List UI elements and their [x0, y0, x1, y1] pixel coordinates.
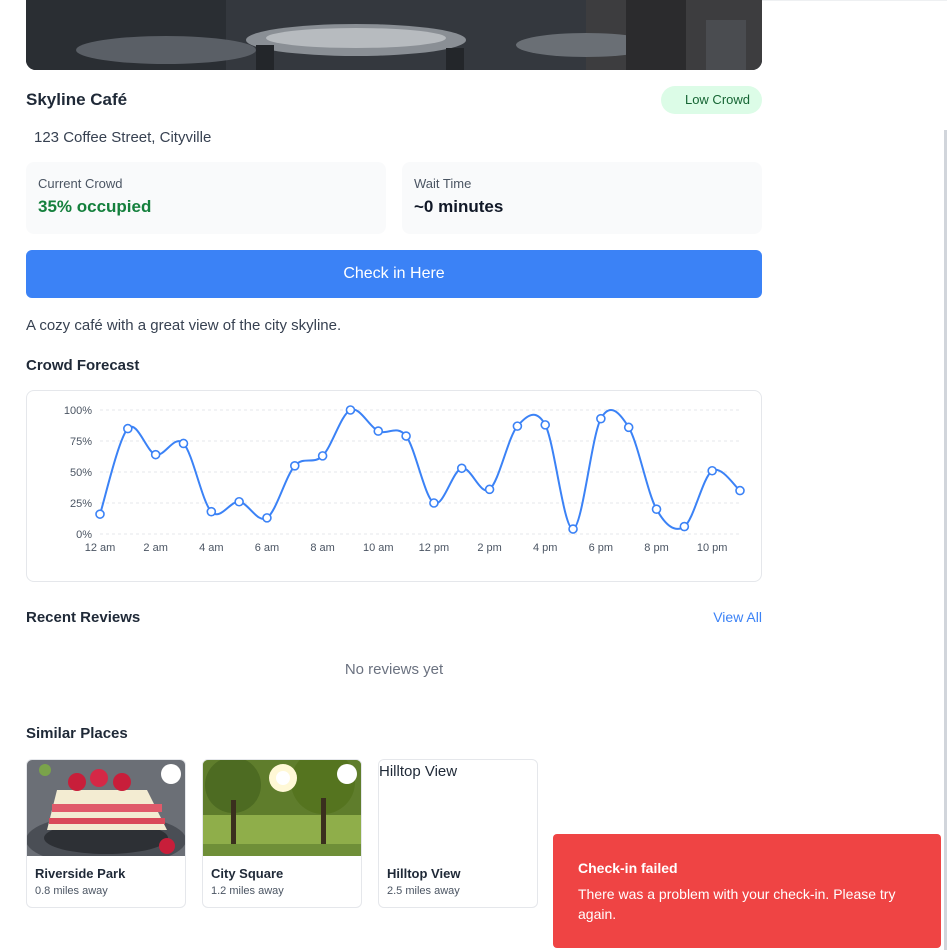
favorite-toggle[interactable]	[161, 764, 181, 784]
data-point	[596, 413, 606, 424]
data-point	[512, 421, 523, 431]
place-name: City Square	[211, 866, 284, 881]
crowd-forecast-chart: 0% 25% 50% 75% 100% 12 am 2 am 4 am 6 am 8 am 10 a…	[26, 390, 762, 582]
y-tick-label: 100%	[64, 405, 92, 417]
similar-place-card[interactable]: Riverside Park 0.8 miles away	[26, 759, 186, 908]
data-point	[568, 524, 578, 534]
place-distance: 1.2 miles away	[211, 885, 284, 897]
x-tick-label: 2 pm	[477, 542, 501, 554]
y-tick-label: 0%	[76, 529, 92, 541]
place-name: Riverside Park	[35, 866, 126, 881]
x-tick-label: 6 pm	[589, 542, 613, 554]
venue-hero-image	[26, 0, 762, 70]
data-point	[456, 463, 467, 474]
data-point	[373, 426, 384, 436]
toast-message: There was a problem with your check-in. …	[578, 886, 896, 922]
y-tick-label: 25%	[70, 498, 92, 510]
x-tick-label: 4 pm	[533, 542, 557, 554]
place-distance: 0.8 miles away	[35, 885, 108, 897]
venue-header: Skyline Café Low Crowd	[26, 86, 762, 114]
data-point	[262, 513, 272, 523]
crowd-forecast-title: Crowd Forecast	[26, 357, 140, 374]
similar-places-title: Similar Places	[26, 725, 128, 742]
place-distance: 2.5 miles away	[387, 885, 460, 897]
data-point	[123, 423, 133, 434]
data-point	[623, 422, 634, 433]
wait-time-value: ~0 minutes	[414, 197, 504, 216]
error-toast[interactable]: Check-in failed There was a problem with…	[553, 834, 941, 948]
data-point	[317, 451, 328, 461]
crowd-series-line	[99, 408, 741, 531]
data-point	[735, 485, 745, 496]
crowd-status-badge: Low Crowd	[660, 86, 762, 114]
data-point	[206, 506, 217, 517]
x-tick-label: 4 am	[199, 542, 223, 554]
data-point	[95, 509, 105, 519]
venue-name: Skyline Café	[26, 90, 128, 109]
x-tick-label: 8 pm	[644, 542, 668, 554]
top-divider	[762, 0, 947, 1]
x-tick-label: 10 pm	[697, 542, 728, 554]
venue-description: A cozy café with a great view of the cit…	[26, 317, 342, 334]
similar-place-card[interactable]: City Square 1.2 miles away	[202, 759, 362, 908]
wait-time-label: Wait Time	[414, 176, 472, 191]
no-reviews-message: No reviews yet	[344, 661, 444, 678]
data-point	[345, 405, 356, 415]
favorite-toggle[interactable]	[513, 764, 533, 784]
place-name: Hilltop View	[387, 866, 461, 881]
x-tick-label: 2 am	[143, 542, 167, 554]
data-point	[234, 496, 244, 507]
data-point	[401, 431, 411, 441]
venue-address: 123 Coffee Street, Cityville	[34, 129, 212, 146]
data-point	[540, 420, 551, 430]
data-point	[707, 465, 717, 476]
x-tick-label: 6 am	[255, 542, 279, 554]
data-point	[679, 521, 690, 532]
y-tick-label: 75%	[70, 436, 92, 448]
wait-time-card: Wait Time ~0 minutes	[402, 162, 762, 234]
data-point	[178, 438, 189, 449]
favorite-toggle[interactable]	[337, 764, 357, 784]
x-tick-label: 10 am	[363, 542, 394, 554]
data-point	[651, 504, 662, 514]
data-point	[429, 498, 439, 508]
current-crowd-label: Current Crowd	[38, 176, 123, 191]
image-alt-text: Hilltop View	[379, 763, 458, 780]
data-point	[484, 484, 495, 495]
recent-reviews-title: Recent Reviews	[26, 609, 141, 626]
x-tick-label: 8 am	[310, 542, 334, 554]
check-in-button[interactable]: Check in Here	[26, 250, 762, 298]
x-tick-label: 12 am	[85, 542, 116, 554]
data-point	[289, 461, 300, 471]
current-crowd-value: 35% occupied	[38, 197, 152, 216]
restaurant-interior-image	[26, 0, 762, 70]
view-all-reviews-link[interactable]: View All	[713, 609, 762, 625]
x-tick-label: 12 pm	[419, 542, 450, 554]
similar-place-card[interactable]: Hilltop View Hilltop View 2.5 miles away	[378, 759, 538, 908]
y-tick-label: 50%	[70, 467, 92, 479]
toast-title: Check-in failed	[578, 860, 678, 876]
data-point	[150, 449, 161, 460]
forecast-line-chart: 0% 25% 50% 75% 100% 12 am 2 am 4 am 6 am 8 am 10 a…	[64, 405, 745, 554]
current-crowd-card: Current Crowd 35% occupied	[26, 162, 386, 234]
